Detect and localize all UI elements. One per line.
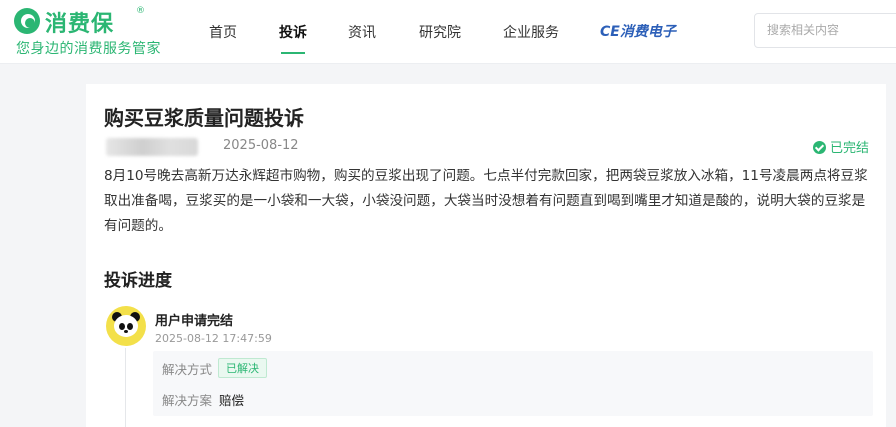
- panda-avatar-icon: [106, 306, 146, 346]
- event-title: 用户申请完结: [155, 314, 234, 329]
- author-name-blurred: [106, 138, 198, 156]
- brand-logo[interactable]: 消费保 ® 您身边的消费服务管家: [14, 6, 184, 58]
- timeline-line: [125, 348, 126, 427]
- event-time: 2025-08-12 17:47:59: [155, 332, 272, 345]
- search-input[interactable]: [767, 23, 887, 37]
- nav-item-complaints[interactable]: 投诉: [279, 22, 307, 42]
- complaint-date: 2025-08-12: [223, 138, 299, 153]
- progress-section-title: 投诉进度: [104, 271, 172, 291]
- nav-item-enterprise[interactable]: 企业服务: [503, 22, 559, 42]
- plan-value: 赔偿: [219, 393, 245, 408]
- complaint-card: 购买豆浆质量问题投诉 2025-08-12 已完结 8月10号晚去高新万达永辉超…: [86, 84, 886, 427]
- nav-item-home[interactable]: 首页: [209, 22, 237, 42]
- check-circle-icon: [813, 141, 826, 154]
- status-badge: 已完结: [813, 137, 869, 156]
- event-detail-box: 解决方式 已解决 解决方案 赔偿: [153, 351, 873, 416]
- complaint-title: 购买豆浆质量问题投诉: [104, 106, 304, 130]
- resolution-label: 解决方式: [162, 362, 213, 377]
- brand-logo-icon: [14, 8, 40, 34]
- top-header: 消费保 ® 您身边的消费服务管家 首页 投诉 资讯 研究院 企业服务 CE消费电…: [0, 0, 896, 64]
- nav-item-news[interactable]: 资讯: [348, 22, 376, 42]
- registered-mark: ®: [136, 6, 145, 16]
- plan-label: 解决方案: [162, 393, 213, 408]
- nav-active-indicator: [281, 52, 305, 54]
- complaint-body: 8月10号晚去高新万达永辉超市购物，购买的豆浆出现了问题。七点半付完款回家，把两…: [104, 168, 868, 234]
- search-box[interactable]: [754, 13, 896, 48]
- status-text: 已完结: [830, 141, 870, 156]
- resolution-tag: 已解决: [218, 358, 267, 378]
- partner-logo-ce[interactable]: CE消费电子: [600, 21, 676, 41]
- nav-item-research[interactable]: 研究院: [419, 22, 461, 42]
- brand-name: 消费保: [45, 12, 115, 37]
- brand-slogan: 您身边的消费服务管家: [16, 41, 161, 57]
